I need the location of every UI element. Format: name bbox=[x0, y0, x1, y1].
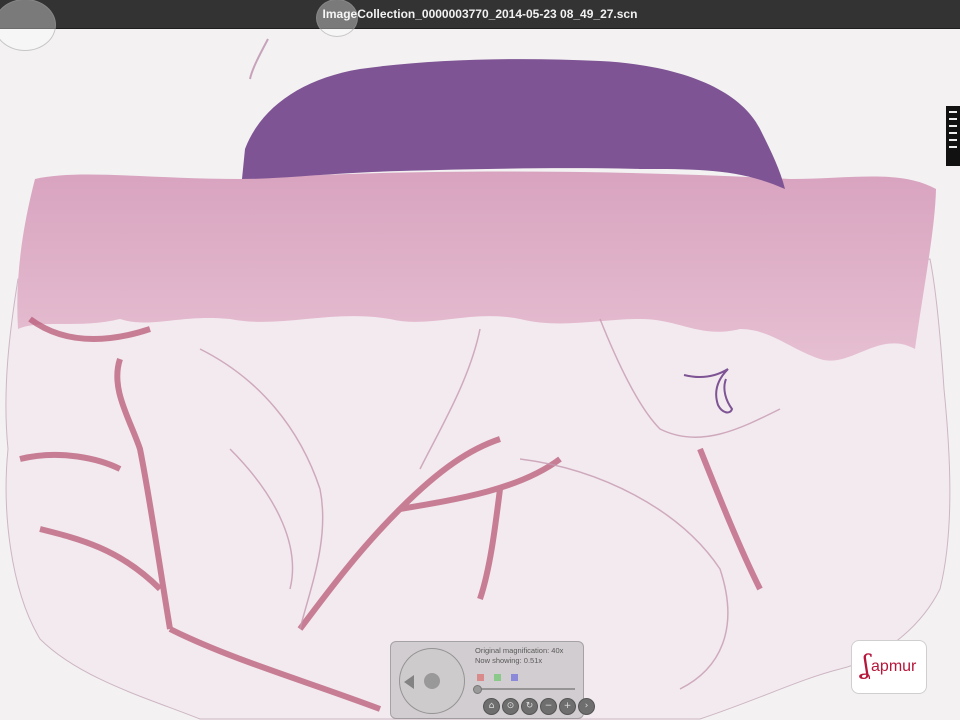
apmur-logo: ʆ apmur bbox=[851, 640, 927, 694]
slide-label-strip bbox=[946, 106, 960, 166]
channel-swatch[interactable] bbox=[494, 674, 501, 681]
original-magnification-label: Original magnification: 40x bbox=[475, 646, 564, 655]
zoom-in-icon[interactable]: + bbox=[559, 698, 576, 715]
logo-mark-icon: ʆ bbox=[861, 650, 871, 680]
current-magnification-label: Now showing: 0.51x bbox=[475, 656, 543, 665]
channel-swatch[interactable] bbox=[477, 674, 484, 681]
viewer-toolbar: ⌂ ⊙ ↻ − + › bbox=[483, 698, 595, 715]
channel-swatch[interactable] bbox=[511, 674, 518, 681]
next-icon[interactable]: › bbox=[578, 698, 595, 715]
pan-center-button[interactable] bbox=[424, 673, 440, 689]
window-title: ImageCollection_0000003770_2014-05-23 08… bbox=[322, 7, 638, 21]
magnification-slider[interactable] bbox=[473, 685, 575, 694]
pan-wheel[interactable] bbox=[399, 648, 465, 714]
zoom-out-icon[interactable]: − bbox=[540, 698, 557, 715]
logo-text: apmur bbox=[871, 658, 917, 675]
home-icon[interactable]: ⌂ bbox=[483, 698, 500, 715]
rotate-icon[interactable]: ↻ bbox=[521, 698, 538, 715]
tissue-slide-image[interactable] bbox=[0, 29, 960, 720]
fullscreen-icon[interactable]: ⊙ bbox=[502, 698, 519, 715]
slide-scratch bbox=[249, 38, 269, 80]
channel-swatches bbox=[477, 674, 518, 681]
title-bar: ImageCollection_0000003770_2014-05-23 08… bbox=[0, 0, 960, 29]
slide-viewer[interactable] bbox=[0, 0, 960, 720]
magnification-slider-knob[interactable] bbox=[473, 685, 482, 694]
pan-left-arrow-icon[interactable] bbox=[404, 675, 414, 689]
overview-thumb-right[interactable] bbox=[316, 0, 358, 37]
navigation-panel: Original magnification: 40x Now showing:… bbox=[390, 641, 595, 719]
epidermis-region bbox=[242, 59, 785, 189]
